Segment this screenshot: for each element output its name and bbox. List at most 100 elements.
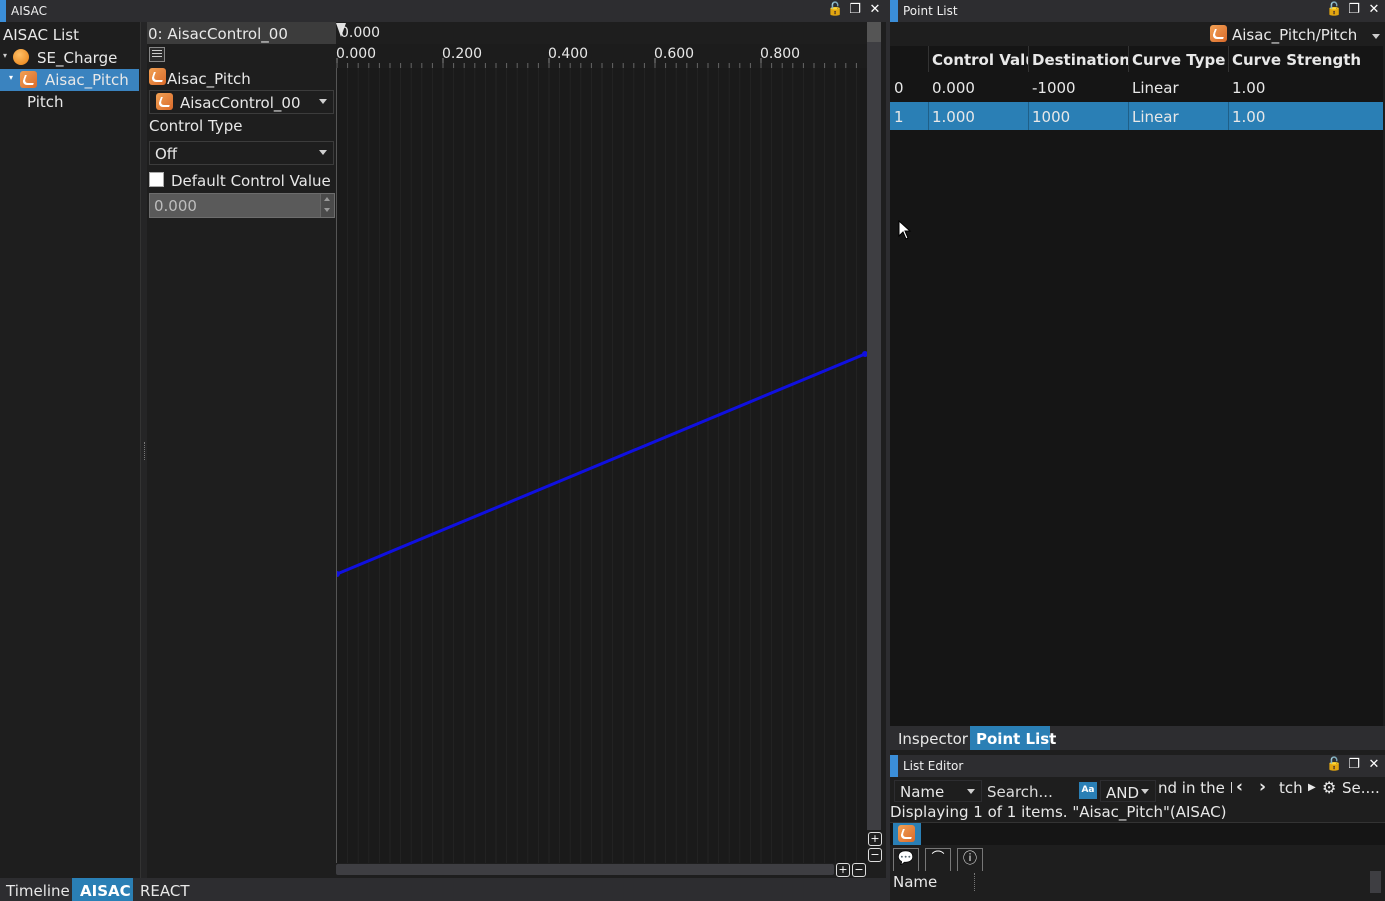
control-header-label: 0: AisacControl_00 xyxy=(148,25,288,43)
find-in-list-text[interactable]: nd in the Li xyxy=(1158,779,1232,797)
list-editor-body: Name Search... Aa AND nd in the Li ‹ › t… xyxy=(890,777,1385,901)
curve-graph-svg[interactable] xyxy=(337,68,867,863)
pin-icon[interactable]: 🔓 xyxy=(1326,757,1342,773)
titlebar-accent xyxy=(890,0,898,22)
aisac-icon xyxy=(20,71,37,88)
column-header[interactable]: Curve Type xyxy=(1132,51,1228,69)
control-type-select[interactable]: Off xyxy=(149,141,334,165)
table-row[interactable]: 0 0.000 -1000 Linear 1.00 xyxy=(890,73,1383,101)
cell-curve-strength[interactable]: 1.00 xyxy=(1232,108,1265,126)
titlebar-accent xyxy=(890,755,898,777)
tab-inspector[interactable]: Inspector xyxy=(898,730,968,748)
zoom-out-icon[interactable]: − xyxy=(852,863,866,877)
pin-icon[interactable]: 🔓 xyxy=(827,2,843,18)
scroll-thumb[interactable] xyxy=(867,22,881,42)
chevron-down-icon[interactable] xyxy=(1372,34,1380,39)
aisac-icon xyxy=(149,68,166,85)
logic-select[interactable]: AND xyxy=(1100,780,1156,802)
titlebar-accent xyxy=(0,0,6,22)
tab-react[interactable]: REACT xyxy=(140,882,190,900)
ruler-ticks xyxy=(336,58,857,68)
curve-line[interactable] xyxy=(337,352,866,576)
ruler[interactable]: 0.000 0.200 0.400 0.600 0.800 xyxy=(336,44,868,68)
column-name-header[interactable]: Name xyxy=(893,873,937,891)
maximize-icon[interactable]: ❐ xyxy=(1346,757,1362,773)
close-icon[interactable]: ✕ xyxy=(1366,757,1382,773)
gear-icon[interactable]: ⚙ xyxy=(1322,778,1336,797)
zoom-out-icon[interactable]: − xyxy=(868,848,882,862)
zoom-in-icon[interactable]: + xyxy=(868,832,882,846)
expand-arrow-icon[interactable]: ▾ xyxy=(9,73,13,82)
settings-text[interactable]: Se.... xyxy=(1342,779,1380,797)
menu-icon[interactable] xyxy=(149,47,165,62)
nav-text: tch xyxy=(1279,779,1303,797)
cell-curve-type[interactable]: Linear xyxy=(1132,108,1179,126)
column-header[interactable]: Destination V xyxy=(1032,51,1128,69)
tab-aisac[interactable]: AISAC xyxy=(80,882,131,900)
tree-item-se-charge[interactable]: ▾ SE_Charge xyxy=(0,47,139,69)
control-select[interactable]: AisacControl_00 xyxy=(149,90,334,114)
cell-destination-value[interactable]: -1000 xyxy=(1032,79,1076,97)
tree-item-aisac-pitch[interactable]: ▾ Aisac_Pitch xyxy=(0,69,139,91)
column-header[interactable]: Curve Strength xyxy=(1232,51,1382,69)
close-icon[interactable]: ✕ xyxy=(1366,2,1382,18)
spinner-down-icon[interactable] xyxy=(324,208,330,212)
cell-destination-value[interactable]: 1000 xyxy=(1032,108,1070,126)
control-panel: 0: AisacControl_00 Aisac_Pitch AisacCont… xyxy=(147,22,336,878)
default-value-checkbox[interactable] xyxy=(149,172,164,187)
search-input[interactable]: Search... xyxy=(984,780,1076,802)
pin-icon[interactable]: 🔓 xyxy=(1326,2,1342,18)
row-index: 0 xyxy=(894,79,904,97)
spinner-up-icon[interactable] xyxy=(324,197,330,201)
logic-select-value: AND xyxy=(1106,784,1140,802)
aisac-name-label: Aisac_Pitch xyxy=(167,70,251,88)
cell-control-value[interactable]: 0.000 xyxy=(932,79,975,97)
table-row-selected[interactable]: 1 1.000 1000 Linear 1.00 xyxy=(890,102,1383,130)
type-filter-bar xyxy=(890,822,1385,846)
cell-control-value[interactable]: 1.000 xyxy=(932,108,975,126)
default-value-label: Default Control Value xyxy=(171,172,331,190)
aisac-filter-button[interactable] xyxy=(893,823,921,845)
tree-item-pitch[interactable]: Pitch xyxy=(27,93,64,111)
maximize-icon[interactable]: ❐ xyxy=(1346,2,1362,18)
point-list-title: Point List xyxy=(903,4,958,18)
graph-vertical-scrollbar[interactable] xyxy=(867,22,881,830)
list-scrollbar[interactable] xyxy=(1370,871,1381,893)
list-toolbar: 💬 ⌒ ⓘ xyxy=(890,845,1385,872)
cursor-header: 0.000 xyxy=(336,22,868,44)
point-list-titlebar: Point List 🔓 ❐ ✕ xyxy=(890,0,1385,22)
control-type-label: Control Type xyxy=(149,117,243,135)
default-value-input[interactable]: 0.000 xyxy=(149,193,335,218)
column-resizer[interactable] xyxy=(974,873,976,891)
comment-icon[interactable]: 💬 xyxy=(893,848,919,872)
tree-item-label: Aisac_Pitch xyxy=(45,71,129,89)
tab-timeline[interactable]: Timeline xyxy=(6,882,70,900)
spinner[interactable] xyxy=(320,194,334,217)
aisac-list-header: AISAC List xyxy=(3,26,79,44)
control-type-value: Off xyxy=(155,145,178,163)
field-select-value: Name xyxy=(900,783,945,801)
cell-curve-type[interactable]: Linear xyxy=(1132,79,1179,97)
graph-horizontal-scrollbar[interactable] xyxy=(336,864,834,875)
chevron-down-icon xyxy=(1141,789,1149,794)
splitter-grip[interactable] xyxy=(144,442,146,460)
info-icon[interactable]: ⓘ xyxy=(957,848,983,872)
tab-point-list[interactable]: Point List xyxy=(976,730,1056,748)
chevron-down-icon xyxy=(967,789,975,794)
bottom-tab-bar: Timeline AISAC REACT xyxy=(0,878,886,901)
column-header[interactable]: Control Value xyxy=(932,51,1028,69)
cell-curve-strength[interactable]: 1.00 xyxy=(1232,79,1265,97)
expand-arrow-icon[interactable]: ▾ xyxy=(3,51,7,60)
maximize-icon[interactable]: ❐ xyxy=(847,2,863,18)
next-icon[interactable]: › xyxy=(1259,777,1266,797)
point-list-path-bar: Aisac_Pitch/Pitch xyxy=(890,22,1385,46)
chevron-down-icon xyxy=(319,99,327,104)
curve-graph[interactable] xyxy=(336,68,867,863)
expand-arrow-icon[interactable]: ▶ xyxy=(1308,782,1316,793)
close-icon[interactable]: ✕ xyxy=(867,2,883,18)
match-case-icon[interactable]: Aa xyxy=(1079,782,1097,799)
prev-icon[interactable]: ‹ xyxy=(1236,777,1243,797)
zoom-in-icon[interactable]: + xyxy=(836,863,850,877)
field-select[interactable]: Name xyxy=(894,780,982,802)
curve-icon[interactable]: ⌒ xyxy=(925,848,951,872)
